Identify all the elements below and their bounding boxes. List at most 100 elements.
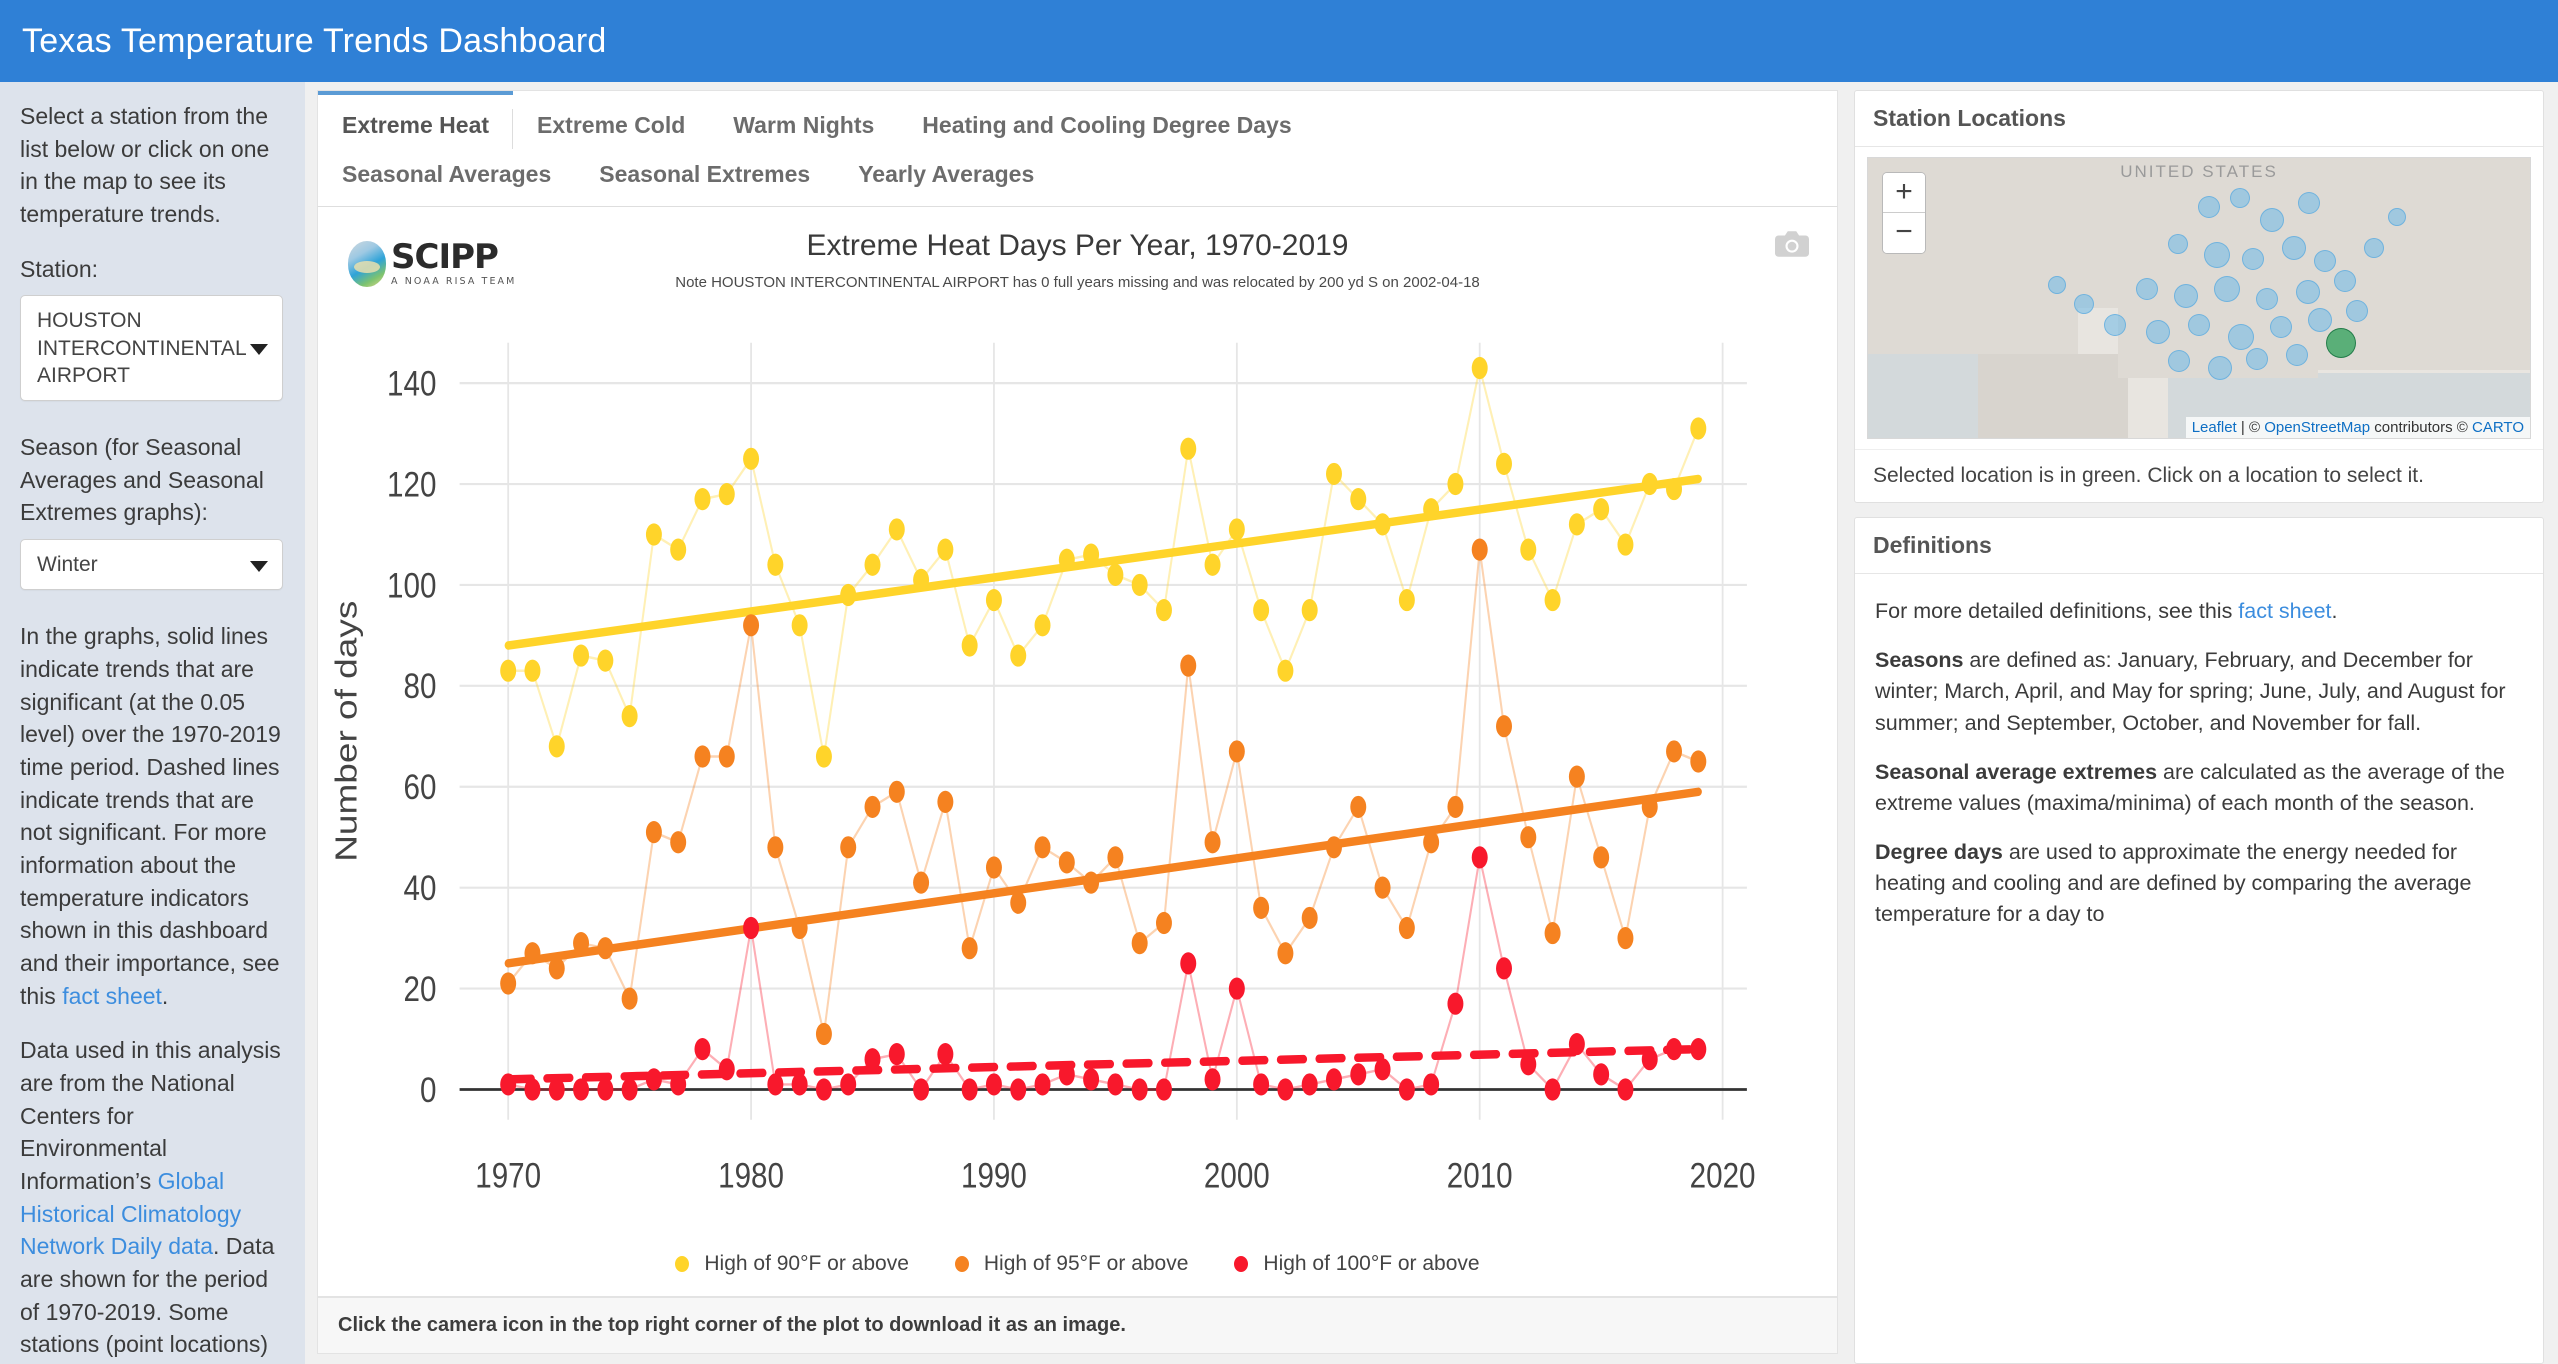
map-attribution: Leaflet | © OpenStreetMap contributors ©… xyxy=(2185,417,2530,438)
tab-warm-nights[interactable]: Warm Nights xyxy=(709,91,898,155)
station-marker[interactable] xyxy=(2228,324,2254,350)
definitions-p3: Seasonal average extremes are calculated… xyxy=(1875,757,2523,819)
chevron-down-icon xyxy=(250,560,268,572)
tab-yearly-averages[interactable]: Yearly Averages xyxy=(834,155,1058,206)
map-caption: Selected location is in green. Click on … xyxy=(1855,449,2543,502)
svg-text:1970: 1970 xyxy=(475,1155,541,1195)
zoom-in-button[interactable]: + xyxy=(1883,173,1925,213)
svg-text:Number of days: Number of days xyxy=(329,601,363,862)
chart-svg: 0 20 40 60 80 100 120 140 1970 1980 1990 2000 2010 20… xyxy=(329,342,1756,1195)
svg-text:0: 0 xyxy=(420,1069,436,1109)
station-marker[interactable] xyxy=(2208,356,2232,380)
app-header: Texas Temperature Trends Dashboard xyxy=(0,0,2558,82)
station-marker[interactable] xyxy=(2308,308,2332,332)
station-marker[interactable] xyxy=(2256,288,2278,310)
defs-seasons-text: are defined as: January, February, and D… xyxy=(1875,648,2506,735)
svg-text:80: 80 xyxy=(404,666,437,706)
station-marker[interactable] xyxy=(2334,270,2356,292)
station-marker[interactable] xyxy=(2388,208,2406,226)
tab-seasonal-extremes[interactable]: Seasonal Extremes xyxy=(575,155,834,206)
station-marker[interactable] xyxy=(2246,348,2268,370)
svg-text:2010: 2010 xyxy=(1447,1155,1513,1195)
zoom-out-button[interactable]: − xyxy=(1883,213,1925,253)
tab-degree-days[interactable]: Heating and Cooling Degree Days xyxy=(898,91,1315,155)
data-note-text-a: Data used in this analysis are from the … xyxy=(20,1037,281,1194)
legend-swatch-100 xyxy=(1234,1256,1249,1272)
tab-row-1: Extreme Heat Extreme Cold Warm Nights He… xyxy=(318,91,1837,155)
station-marker[interactable] xyxy=(2364,238,2384,258)
defs-degreedays-term: Degree days xyxy=(1875,840,2003,865)
tab-extreme-heat[interactable]: Extreme Heat xyxy=(318,91,514,155)
station-marker[interactable] xyxy=(2198,196,2220,218)
station-marker[interactable] xyxy=(2168,350,2190,372)
carto-link[interactable]: CARTO xyxy=(2472,419,2524,436)
map-wrap: UNITED STATES + − Leaflet | © OpenStreet… xyxy=(1855,147,2543,449)
definitions-p2: Seasons are defined as: January, Februar… xyxy=(1875,645,2523,739)
station-locations-title: Station Locations xyxy=(1855,91,2543,147)
trend-note-text-a: In the graphs, solid lines indicate tren… xyxy=(20,623,281,1009)
station-map[interactable]: UNITED STATES + − Leaflet | © OpenStreet… xyxy=(1867,157,2531,439)
tab-seasonal-averages[interactable]: Seasonal Averages xyxy=(318,155,575,206)
right-panel: Station Locations UNITED STATES + − Leaf… xyxy=(1848,82,2558,1364)
selected-station-marker[interactable] xyxy=(2326,328,2356,358)
sidebar: Select a station from the list below or … xyxy=(0,82,305,1364)
svg-text:2000: 2000 xyxy=(1204,1155,1270,1195)
chart-plot-area: 0 20 40 60 80 100 120 140 1970 1980 1990 2000 2010 20… xyxy=(318,315,1837,1240)
svg-text:60: 60 xyxy=(404,767,437,807)
svg-text:120: 120 xyxy=(387,464,436,504)
station-marker[interactable] xyxy=(2270,316,2292,338)
plot-header: SCIPP A NOAA RISA TEAM Extreme Heat Days… xyxy=(318,207,1837,315)
station-marker[interactable] xyxy=(2260,208,2284,232)
station-marker[interactable] xyxy=(2048,276,2066,294)
legend-item[interactable]: High of 95°F or above xyxy=(954,1252,1189,1276)
station-marker[interactable] xyxy=(2230,188,2250,208)
station-select[interactable]: HOUSTON INTERCONTINENTAL AIRPORT xyxy=(20,295,283,402)
svg-text:40: 40 xyxy=(404,867,437,907)
legend-swatch-90 xyxy=(675,1256,690,1272)
station-marker[interactable] xyxy=(2146,320,2170,344)
station-marker[interactable] xyxy=(2296,280,2320,304)
sidebar-trend-note: In the graphs, solid lines indicate tren… xyxy=(20,620,283,1012)
leaflet-link[interactable]: Leaflet xyxy=(2192,419,2237,436)
sidebar-intro: Select a station from the list below or … xyxy=(20,103,270,227)
main-panel: Extreme Heat Extreme Cold Warm Nights He… xyxy=(305,82,1848,1364)
chart-legend: High of 90°F or above High of 95°F or ab… xyxy=(318,1240,1837,1296)
definitions-card: Definitions For more detailed definition… xyxy=(1854,517,2544,1364)
attr-mid: contributors © xyxy=(2370,419,2473,436)
chart-note: Note HOUSTON INTERCONTINENTAL AIRPORT ha… xyxy=(675,274,1480,291)
plot-card: SCIPP A NOAA RISA TEAM Extreme Heat Days… xyxy=(317,206,1838,1297)
station-marker[interactable] xyxy=(2188,314,2210,336)
attr-sep: | © xyxy=(2236,419,2265,436)
camera-icon[interactable] xyxy=(1775,231,1809,257)
station-marker[interactable] xyxy=(2282,236,2306,260)
map-zoom-controls: + − xyxy=(1882,172,1926,254)
station-marker[interactable] xyxy=(2204,242,2230,268)
legend-item[interactable]: High of 90°F or above xyxy=(675,1252,909,1276)
station-marker[interactable] xyxy=(2286,344,2308,366)
defs-seasons-term: Seasons xyxy=(1875,648,1964,673)
dashboard-root: Texas Temperature Trends Dashboard Selec… xyxy=(0,0,2558,1364)
station-marker[interactable] xyxy=(2242,248,2264,270)
definitions-fact-sheet-link[interactable]: fact sheet xyxy=(2238,599,2331,623)
station-marker[interactable] xyxy=(2136,278,2158,300)
station-marker[interactable] xyxy=(2298,192,2320,214)
scipp-wordmark: SCIPP xyxy=(391,237,499,278)
svg-text:140: 140 xyxy=(387,363,436,403)
svg-text:1980: 1980 xyxy=(718,1155,784,1195)
station-marker[interactable] xyxy=(2346,300,2368,322)
globe-icon xyxy=(348,241,386,287)
station-marker[interactable] xyxy=(2074,294,2094,314)
legend-label-95: High of 95°F or above xyxy=(983,1252,1189,1275)
station-marker[interactable] xyxy=(2104,314,2126,336)
station-marker[interactable] xyxy=(2174,284,2198,308)
openstreetmap-link[interactable]: OpenStreetMap xyxy=(2264,419,2370,436)
station-select-value: HOUSTON INTERCONTINENTAL AIRPORT xyxy=(37,309,246,387)
season-select[interactable]: Winter xyxy=(20,539,283,591)
fact-sheet-link[interactable]: fact sheet xyxy=(62,983,162,1009)
tab-extreme-cold[interactable]: Extreme Cold xyxy=(513,91,709,155)
station-marker[interactable] xyxy=(2214,276,2240,302)
station-label: Station: xyxy=(20,255,98,282)
legend-item[interactable]: High of 100°F or above xyxy=(1234,1252,1480,1276)
station-marker[interactable] xyxy=(2168,234,2188,254)
station-marker[interactable] xyxy=(2314,250,2336,272)
